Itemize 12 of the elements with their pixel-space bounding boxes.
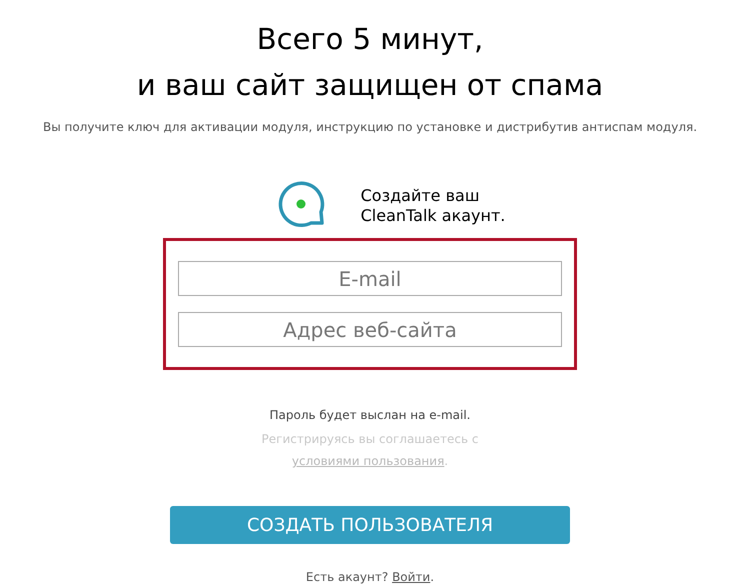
headline: Всего 5 минут,	[256, 21, 484, 58]
input-field[interactable]: E-mail	[178, 261, 562, 296]
input-field[interactable]: Адрес веб-сайта	[178, 312, 562, 347]
headline: и ваш сайт защищен от спама	[136, 67, 604, 104]
login-link[interactable]: Войти	[392, 570, 430, 584]
subtitle: Вы получите ключ для активации модуля, инструкцию по установке и дистрибутив антиспам модуля.	[42, 119, 698, 136]
submit-button[interactable]: СОЗДАТЬ ПОЛЬЗОВАТЕЛЯ	[170, 506, 570, 544]
brand-caption: Создайте ваш	[360, 186, 480, 206]
brand-caption: CleanTalk акаунт.	[360, 206, 506, 226]
password-note: Пароль будет выслан на e-mail.	[270, 407, 470, 424]
login-text: Есть акаунт? Войти.	[306, 569, 434, 586]
terms-link[interactable]: условиями пользования	[292, 454, 444, 468]
